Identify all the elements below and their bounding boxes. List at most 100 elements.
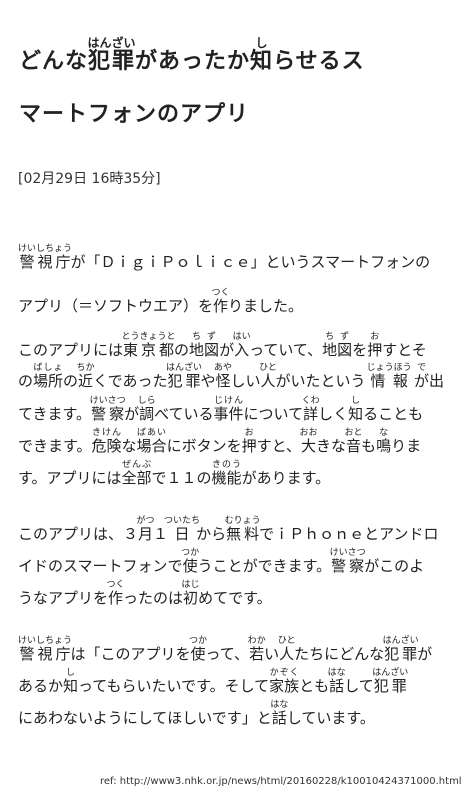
ruby-word: 地図ちず <box>322 332 353 359</box>
furigana-reading: はんざい <box>372 668 409 678</box>
furigana-reading: ばあい <box>136 428 167 438</box>
furigana-reading: けいしちょう <box>18 636 73 646</box>
paragraph-line: できます。危険きけんな場合ばあいにボタンを押おすと、大おおきな音おとも鳴なりま <box>18 428 422 455</box>
ruby-word: 若わか <box>247 636 266 663</box>
ruby-word: 音おと <box>344 428 363 455</box>
furigana-reading: ばしょ <box>33 363 64 373</box>
furigana-reading: つく <box>211 288 230 298</box>
ruby-word: 詳くわ <box>301 396 320 423</box>
furigana-reading: お <box>241 428 257 438</box>
ruby-word: 場合ばあい <box>136 428 167 455</box>
article-title-line-1: どんな犯罪はんざいがあったか知しらせるス <box>19 36 365 74</box>
furigana-reading: はな <box>270 700 289 710</box>
ruby-word: 人ひと <box>277 636 296 663</box>
furigana-reading: ちず <box>322 332 353 342</box>
ruby-word: 知し <box>348 396 364 423</box>
ruby-word: 作つく <box>106 580 125 607</box>
furigana-reading: つか <box>189 636 208 646</box>
ruby-word: 調しら <box>137 396 156 423</box>
ruby-word: 危険きけん <box>91 428 122 455</box>
ruby-word: 使つか <box>189 636 208 663</box>
furigana-reading: おと <box>344 428 363 438</box>
ruby-word: 知し <box>250 36 274 74</box>
ruby-word: 警視庁けいしちょう <box>18 636 73 663</box>
ruby-word: 全部ぜんぶ <box>121 460 152 487</box>
ruby-word: 犯罪はんざい <box>372 668 409 695</box>
furigana-reading: はな <box>327 668 346 678</box>
furigana-reading: けいさつ <box>89 396 126 406</box>
source-reference: ref: http://www3.nhk.or.jp/news/html/201… <box>100 776 462 787</box>
ruby-word: 押お <box>241 428 257 455</box>
article-title-line-2: マートフォンのアプリ <box>19 102 250 127</box>
ruby-word: 事件じけん <box>213 396 244 423</box>
ruby-word: 大おお <box>299 428 318 455</box>
furigana-reading: じょうほう <box>366 363 412 373</box>
ruby-word: 無料むりょう <box>224 516 261 543</box>
furigana-reading: し <box>250 36 274 50</box>
paragraph-line: す。アプリには全部ぜんぶで１１の機能きのうがあります。 <box>18 460 331 487</box>
ruby-word: 警視庁けいしちょう <box>18 244 73 271</box>
ruby-word: 情報じょうほう <box>366 363 412 390</box>
furigana-reading: じけん <box>213 396 244 406</box>
ruby-word: 犯罪はんざい <box>165 363 202 390</box>
ruby-word: 家族かぞく <box>269 668 300 695</box>
paragraph-line: てきます。警察けいさつが調しらべている事件じけんについて詳くわしく知しることも <box>18 396 424 423</box>
ruby-word: 近ちか <box>76 363 95 390</box>
paragraph-line: アプリ（＝ソフトウエア）を作つくりました。 <box>18 288 304 315</box>
furigana-reading: あや <box>214 363 233 373</box>
ruby-word: 話はな <box>270 700 289 727</box>
ruby-word: 場所ばしょ <box>33 363 64 390</box>
ruby-word: 鳴な <box>376 428 392 455</box>
ruby-word: 地図ちず <box>189 332 220 359</box>
furigana-reading: けいしちょう <box>18 244 73 254</box>
ruby-word: 初はじ <box>181 580 200 607</box>
paragraph-line: 警視庁けいしちょうは「このアプリを使つかって、若わかい人ひとたちにどんな犯罪はん… <box>18 636 433 663</box>
ruby-word: 怪あや <box>214 363 233 390</box>
furigana-reading: お <box>367 332 383 342</box>
furigana-reading: ちず <box>189 332 220 342</box>
ruby-word: 日ついたち <box>164 516 201 543</box>
furigana-reading: はじ <box>181 580 200 590</box>
furigana-reading: ひと <box>277 636 296 646</box>
furigana-reading: し <box>63 668 79 678</box>
paragraph-line: うなアプリを作つくったのは初はじめてです。 <box>18 580 272 607</box>
furigana-reading: きけん <box>91 428 122 438</box>
ruby-word: 作つく <box>211 288 230 315</box>
ruby-word: 使つか <box>181 548 200 575</box>
ruby-word: 警察けいさつ <box>89 396 126 423</box>
paragraph-line: このアプリには東京都とうきょうとの地図ちずが入はいっていて、地図ちずを押おすとそ <box>18 332 427 359</box>
ruby-word: 入はい <box>232 332 251 359</box>
ruby-word: 東京都とうきょうと <box>121 332 176 359</box>
paragraph-line: 警視庁けいしちょうが「ＤｉｇｉＰｏｌｉｃｅ」というスマートフォンの <box>18 244 431 271</box>
ruby-word: 話はな <box>327 668 346 695</box>
furigana-reading: で <box>414 363 430 373</box>
furigana-reading: はんざい <box>165 363 202 373</box>
furigana-reading: むりょう <box>224 516 261 526</box>
furigana-reading: けいさつ <box>329 548 366 558</box>
publish-date: [02月29日 16時35分] <box>18 171 161 187</box>
ruby-word: 犯罪はんざい <box>382 636 419 663</box>
paragraph-line: イドのスマートフォンで使つかうことができます。警察けいさつがこのよ <box>18 548 425 575</box>
furigana-reading: わか <box>247 636 266 646</box>
furigana-reading: はんざい <box>382 636 419 646</box>
furigana-reading: つく <box>106 580 125 590</box>
article-page: どんな犯罪はんざいがあったか知しらせるス マートフォンのアプリ [02月29日 … <box>0 0 468 809</box>
furigana-reading: おお <box>299 428 318 438</box>
furigana-reading: かぞく <box>269 668 300 678</box>
paragraph-line: の場所ばしょの近ちかくであった犯罪はんざいや怪あやしい人ひとがいたという 情報じ… <box>18 363 445 390</box>
ruby-word: 機能きのう <box>211 460 242 487</box>
furigana-reading: ぜんぶ <box>121 460 152 470</box>
furigana-reading: きのう <box>211 460 242 470</box>
furigana-reading: し <box>348 396 364 406</box>
furigana-reading: ひと <box>259 363 277 373</box>
paragraph-line: あるか知しってもらいたいです。そして家族かぞくとも話はなして犯罪はんざい <box>18 668 409 695</box>
ruby-word: 犯罪はんざい <box>87 36 136 74</box>
ruby-word: がで <box>414 363 430 390</box>
furigana-reading: つか <box>181 548 200 558</box>
furigana-reading: はんざい <box>87 36 136 50</box>
furigana-reading: はい <box>232 332 251 342</box>
ruby-word: 警察けいさつ <box>329 548 366 575</box>
furigana-reading: ちか <box>76 363 95 373</box>
ruby-word: 人ひと <box>259 363 277 390</box>
furigana-reading: しら <box>137 396 156 406</box>
